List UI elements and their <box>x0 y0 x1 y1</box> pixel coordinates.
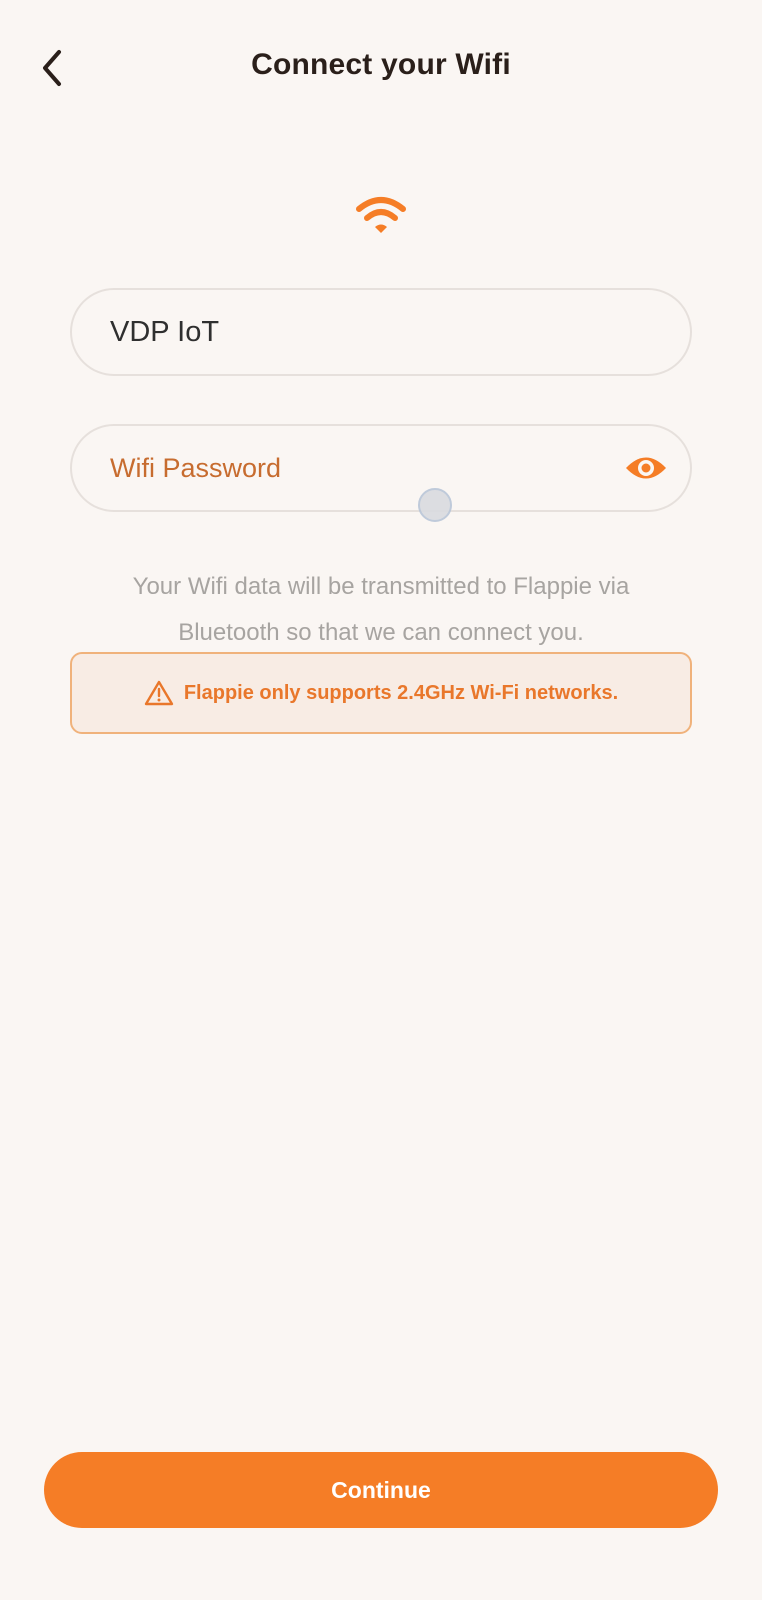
continue-label: Continue <box>331 1476 431 1503</box>
continue-button[interactable]: Continue <box>44 1452 718 1528</box>
warning-text: Flappie only supports 2.4GHz Wi-Fi netwo… <box>183 681 619 704</box>
touch-indicator <box>418 488 452 522</box>
warning-triangle-icon <box>144 679 174 707</box>
toggle-password-visibility-button[interactable] <box>624 450 668 486</box>
wifi-name-field[interactable]: VDP IoT <box>70 288 692 376</box>
page-title: Connect your Wifi <box>251 48 511 81</box>
warning-banner: Flappie only supports 2.4GHz Wi-Fi netwo… <box>70 652 692 734</box>
info-text-line-2: Bluetooth so that we can connect you. <box>178 619 584 646</box>
wifi-password-placeholder: Wifi Password <box>110 452 282 483</box>
header: Connect your Wifi <box>0 0 762 140</box>
wifi-icon <box>356 197 406 233</box>
info-text-line-1: Your Wifi data will be transmitted to Fl… <box>132 573 630 600</box>
wifi-name-value: VDP IoT <box>110 315 220 348</box>
wifi-password-field[interactable]: Wifi Password <box>70 424 692 512</box>
eye-icon <box>626 457 666 479</box>
info-text: Your Wifi data will be transmitted to Fl… <box>60 564 702 656</box>
